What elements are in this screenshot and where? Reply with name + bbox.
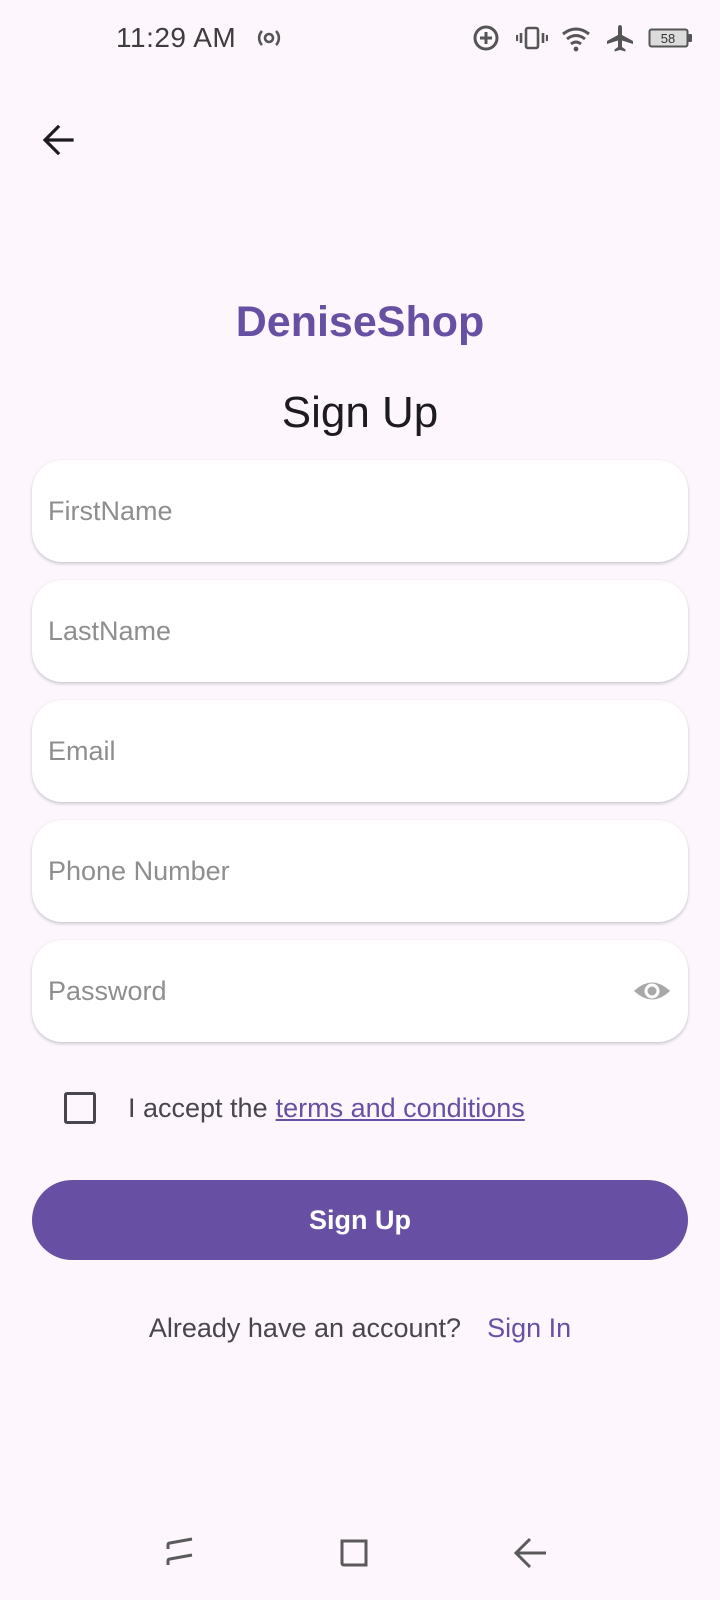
status-bar: 11:29 AM 58 [0, 0, 720, 78]
signup-screen: 11:29 AM 58 DeniseShop Sign Up FirstName… [0, 0, 720, 1600]
password-input[interactable] [32, 940, 688, 1042]
battery-icon: 58 [648, 22, 694, 54]
signin-row: Already have an account? Sign In [0, 1313, 720, 1344]
terms-link[interactable]: terms and conditions [276, 1093, 525, 1124]
arrow-left-icon [42, 124, 74, 156]
first-name-input[interactable] [32, 460, 688, 562]
page-title: Sign Up [281, 388, 439, 437]
signin-link[interactable]: Sign In [487, 1313, 571, 1344]
terms-checkbox[interactable] [64, 1092, 96, 1124]
hotspot-icon [256, 22, 288, 54]
home-icon[interactable] [332, 1531, 376, 1575]
first-name-field[interactable] [32, 460, 688, 562]
last-name-field[interactable] [32, 580, 688, 682]
terms-row: I accept the terms and conditions [64, 1090, 525, 1126]
vibrate-icon [515, 22, 549, 54]
battery-level: 58 [661, 31, 675, 46]
wifi-icon [560, 22, 592, 54]
last-name-input[interactable] [32, 580, 688, 682]
back-icon[interactable] [508, 1531, 552, 1575]
email-input[interactable] [32, 700, 688, 802]
password-field[interactable] [32, 940, 688, 1042]
airplane-icon [604, 22, 636, 54]
email-field[interactable] [32, 700, 688, 802]
terms-prefix: I accept the [128, 1092, 268, 1123]
eye-icon[interactable] [632, 974, 672, 1008]
status-time: 11:29 AM [116, 22, 237, 53]
phone-field[interactable] [32, 820, 688, 922]
signin-prompt: Already have an account? [148, 1313, 462, 1343]
signup-button[interactable]: Sign Up [32, 1180, 688, 1260]
phone-input[interactable] [32, 820, 688, 922]
data-saver-icon [470, 22, 502, 54]
brand-name: DeniseShop [235, 298, 485, 346]
back-button[interactable] [30, 112, 86, 168]
recents-icon[interactable] [158, 1531, 202, 1575]
